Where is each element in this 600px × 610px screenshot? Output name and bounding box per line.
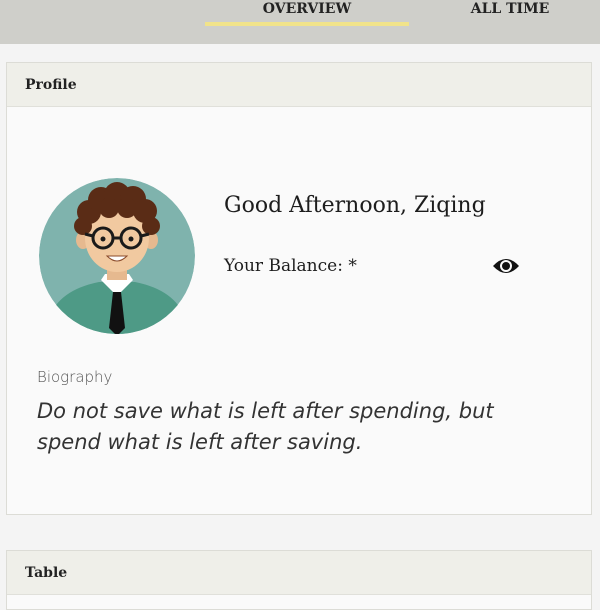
greeting-text: Good Afternoon, Ziqing [224, 193, 486, 218]
table-panel-header: Table [7, 551, 591, 595]
active-tab-indicator [205, 22, 409, 26]
toggle-balance-visibility-button[interactable] [491, 255, 521, 277]
top-tab-bar: OVERVIEW ALL TIME [0, 0, 600, 44]
avatar-illustration-icon [39, 178, 195, 334]
profile-panel: Profile Good Afternoon, Ziqing Your Bala… [6, 62, 592, 515]
table-panel: Table [6, 550, 592, 610]
avatar [39, 178, 195, 334]
tab-all-time[interactable]: ALL TIME [440, 0, 580, 26]
biography-label: Biography [37, 368, 113, 386]
profile-panel-header: Profile [7, 63, 591, 107]
eye-icon [493, 259, 519, 273]
biography-text: Do not save what is left after spending,… [37, 399, 494, 454]
balance-label: Your Balance: * [224, 256, 357, 276]
